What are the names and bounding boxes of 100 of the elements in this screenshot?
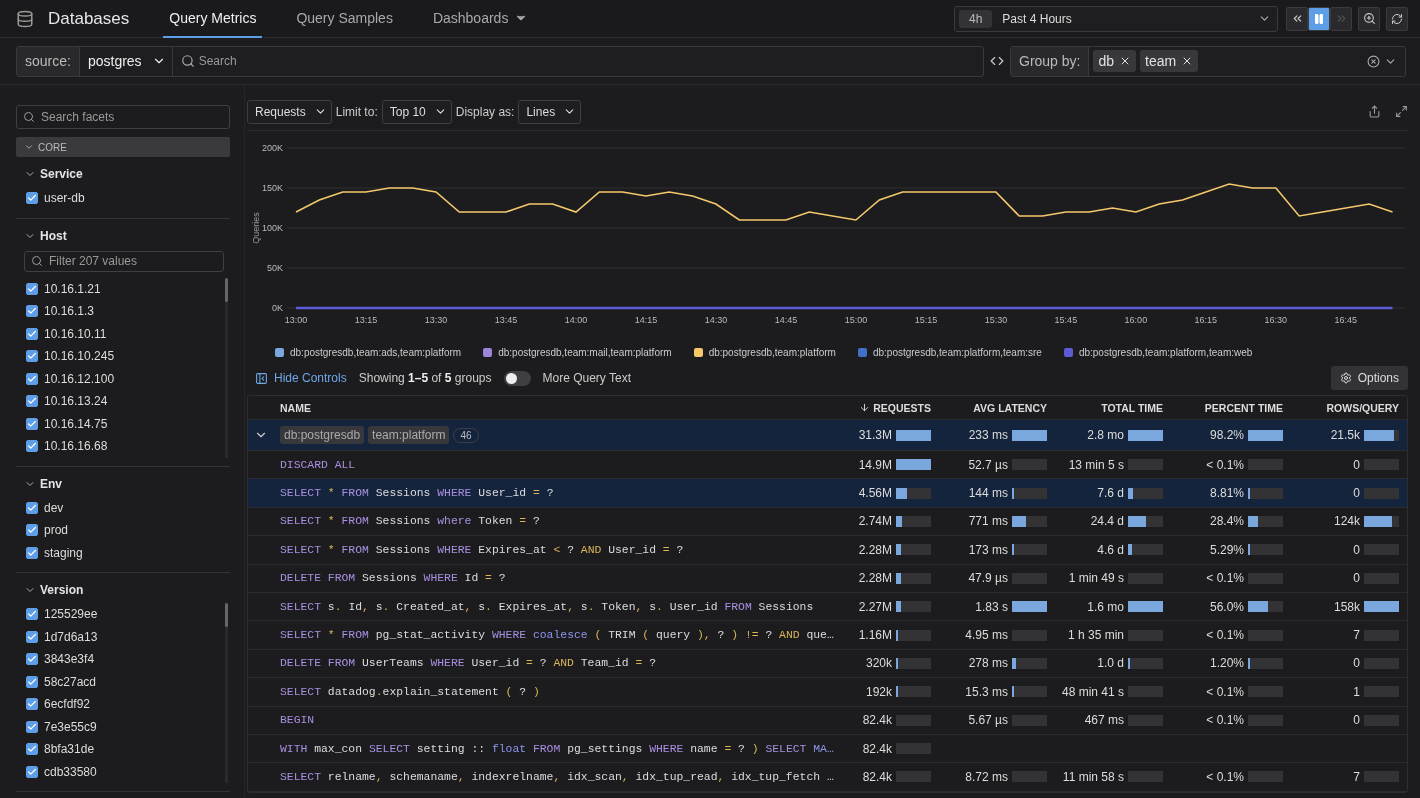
facet-header[interactable]: Host [16,228,67,249]
metric-value: 7 [1353,770,1360,784]
facet-value: 8bfa31de [44,742,95,757]
table-row[interactable]: db:postgresdb team:platform 46 31.3M 233 ms 2.8 mo 98.2% 21.5k [248,420,1407,451]
checkbox[interactable] [26,720,38,733]
toggle-switch[interactable] [503,370,531,386]
checkbox[interactable] [26,546,38,559]
checkbox[interactable] [26,608,38,621]
pause-button[interactable] [1308,6,1330,31]
facet-value: 58c27acd [44,674,97,689]
checkbox[interactable] [26,765,38,778]
metric-value: 1.6 mo [1087,599,1124,614]
x-axis-label: 13:45 [494,315,518,325]
legend-label: db:postgresdb,team:platform,team:web [1078,346,1253,358]
metric-value: 2.8 mo [1087,428,1124,442]
metric-select[interactable]: Requests [247,99,332,124]
facet-value: 10.16.14.75 [44,416,108,431]
metric-value: 4.6 d [1097,542,1124,557]
nav-tab[interactable]: Dashboards [426,0,535,38]
display-label: Display as: [455,104,515,119]
sort-arrow-icon [859,402,871,413]
metric-value: 48 min 41 s [1061,684,1124,699]
nav-tab[interactable]: Query Samples [290,0,399,38]
checkbox[interactable] [26,524,38,537]
group-chip[interactable]: team [1140,50,1199,72]
column-header[interactable]: PERCENT TIME [1163,401,1283,414]
panel-icon [255,371,268,385]
checkbox[interactable] [26,417,38,430]
metric-value: 771 ms [968,514,1008,529]
x-axis-label: 14:15 [634,315,658,325]
table-row[interactable]: SELECT * FROM Sessions WHERE User_id = ? 4.56M 144 ms 7.6 d 8.81% 0 [248,479,1407,508]
column-header[interactable]: REQUESTS [836,401,931,414]
section-header[interactable]: CORE [16,137,230,157]
metric-value: 56.0% [1209,599,1244,614]
group-chip[interactable]: db [1093,50,1137,72]
checkbox[interactable] [26,395,38,408]
column-header[interactable]: ROWS/QUERY [1283,401,1399,414]
clear-icon[interactable] [1367,54,1380,68]
metric-value: 4.56M [858,486,892,501]
column-header[interactable]: AVG LATENCY [931,401,1047,414]
checkbox[interactable] [26,327,38,340]
search-input[interactable]: Search [194,46,983,76]
checkbox[interactable] [26,698,38,711]
expand-icon[interactable] [1395,105,1408,118]
column-header[interactable]: TOTAL TIME [1047,401,1163,414]
facet-header[interactable]: Env [16,476,62,497]
metric-value: 173 ms [968,542,1008,557]
zoom-button[interactable] [1358,6,1380,31]
metric-value: 8.72 ms [965,770,1008,784]
checkbox[interactable] [26,630,38,643]
checkbox[interactable] [26,743,38,756]
column-header[interactable]: NAME [248,401,836,414]
x-axis-label: 15:45 [1054,315,1078,325]
y-axis-label: 150K [261,183,283,193]
y-axis-label: 0K [272,303,283,313]
facet-header[interactable]: Service [16,167,83,187]
checkbox[interactable] [26,501,38,514]
rewind-button[interactable] [1286,6,1308,31]
metric-value: 0 [1353,571,1360,586]
metric-value: 2.28M [858,571,892,586]
checkbox[interactable] [26,350,38,363]
facet-filter-field[interactable]: Filter 207 values [24,250,224,272]
facet-value: 10.16.1.3 [44,304,95,319]
facet-header[interactable]: Version [16,583,84,603]
x-axis-label: 13:15 [354,315,378,325]
checkbox[interactable] [26,675,38,688]
query-text: SELECT * FROM Sessions WHERE Expires_at < ? AND User_id = ? [280,543,684,556]
limit-select[interactable]: Top 10 [381,99,452,124]
hide-controls-link[interactable]: Hide Controls [255,371,347,385]
legend-label: db:postgresdb,team:ads,team:platform [290,346,462,358]
facet-search-field[interactable]: Search facets [16,105,230,129]
checkbox[interactable] [26,282,38,295]
query-search-bar[interactable]: source: postgres Search [16,45,984,77]
checkbox[interactable] [26,440,38,453]
x-axis-label: 16:15 [1194,315,1218,325]
checkbox[interactable] [26,192,38,205]
facet-value: 10.16.10.11 [44,326,107,341]
settings-icon [1339,372,1352,384]
metric-value: 0 [1353,656,1360,671]
share-icon[interactable] [1368,105,1381,118]
code-icon[interactable] [990,54,1004,68]
query-text: SELECT s. Id, s. Created_at, s. Expires_at, s. Token, s. User_id FROM Sessions [280,600,814,613]
metric-value: 5.29% [1209,542,1244,557]
refresh-button[interactable] [1386,6,1408,31]
metric-value: 2.27M [858,599,892,614]
facet-value: 3843e3f4 [44,652,95,667]
x-axis-label: 13:00 [284,315,308,325]
source-select[interactable]: postgres [79,46,173,76]
checkbox[interactable] [26,372,38,385]
checkbox[interactable] [26,305,38,318]
nav-tab[interactable]: Query Metrics [163,0,263,38]
display-select[interactable]: Lines [518,99,582,124]
metric-value: 192k [865,684,892,699]
query-text: DISCARD ALL [280,458,356,471]
metric-value: 1.83 s [975,599,1008,614]
checkbox[interactable] [26,653,38,666]
metric-value: 82.4k [862,713,892,728]
options-button[interactable]: Options [1330,366,1408,390]
time-range-picker[interactable]: 4h Past 4 Hours [954,5,1278,32]
facet-value: prod [44,523,69,538]
